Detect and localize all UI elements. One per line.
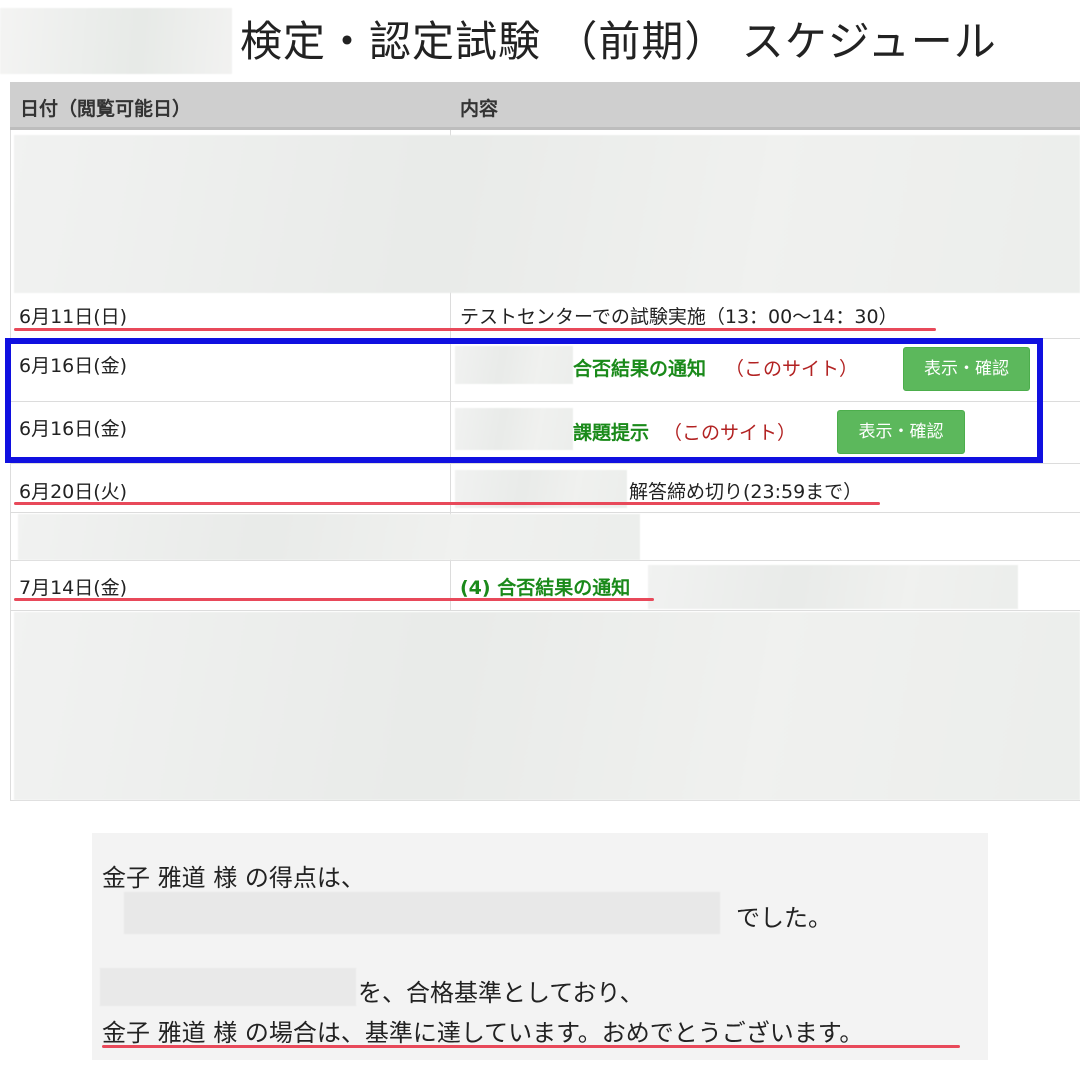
row-content: 解答締め切り(23:59まで） (629, 481, 863, 503)
row-content-link[interactable]: (4) 合否結果の通知 (460, 573, 630, 600)
result-line4: 金子 雅道 様 の場合は、基準に達しています。おめでとうございます。 (102, 1019, 864, 1047)
underline-mark (14, 598, 654, 601)
highlight-box (5, 338, 1043, 463)
row-content: テストセンターでの試験実施（13：00〜14：30） (460, 306, 898, 328)
blurred-suffix (648, 565, 1018, 609)
underline-mark (102, 1045, 960, 1048)
result-line1: 金子 雅道 様 の得点は、 (102, 864, 365, 892)
row-divider (10, 610, 1080, 611)
header-date: 日付（閲覧可能日） (20, 98, 192, 120)
row-date: 6月11日(日) (19, 306, 128, 328)
result-line3: を、合格基準としており、 (358, 979, 644, 1007)
underline-mark (14, 502, 880, 505)
blurred-criteria (100, 968, 356, 1006)
blurred-rows-bottom (14, 612, 1080, 800)
underline-mark (14, 328, 936, 331)
result-line2: でした。 (736, 904, 832, 932)
blurred-logo (0, 8, 232, 74)
row-divider (10, 560, 1080, 561)
blurred-rows-top (14, 135, 1080, 293)
row-divider (10, 512, 1080, 513)
blurred-score (124, 892, 720, 934)
header-content: 内容 (460, 98, 499, 120)
row-divider (10, 463, 1080, 464)
blurred-row (18, 514, 640, 560)
page-title: 検定・認定試験 （前期） スケジュール (240, 17, 997, 66)
row-date: 7月14日(金) (19, 577, 128, 599)
row-date: 6月20日(火) (19, 481, 128, 503)
table-header: 日付（閲覧可能日） 内容 (10, 82, 1080, 130)
